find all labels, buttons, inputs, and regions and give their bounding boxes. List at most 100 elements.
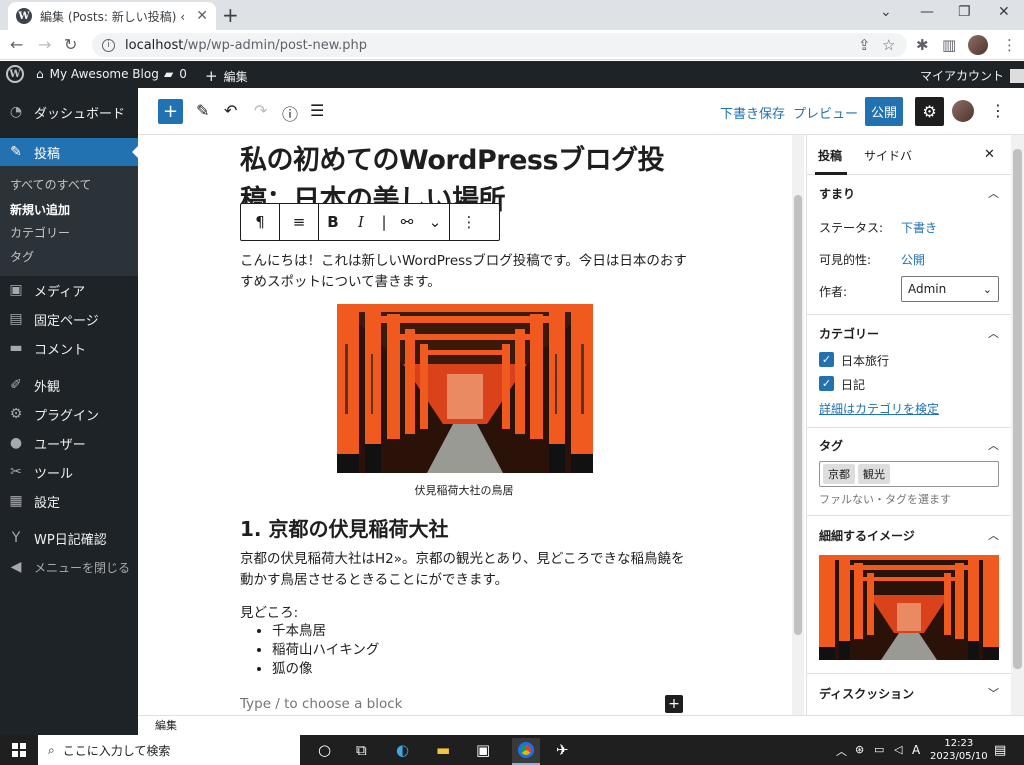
menu-tools[interactable]: ✂ ツール xyxy=(0,458,138,486)
sidebar-scrollbar[interactable] xyxy=(1011,135,1024,715)
task-view-icon[interactable]: ⧉ xyxy=(356,741,367,759)
menu-collapse[interactable]: ◀ メニューを閉じる xyxy=(0,553,138,581)
tags-panel-title[interactable]: タグ xyxy=(819,437,843,454)
highlights-list[interactable]: 千本鳥居 稲荷山ハイキング 狐の像 xyxy=(272,622,379,679)
discussion-panel-title[interactable]: ディスクッション xyxy=(819,685,914,702)
breadcrumb-item[interactable]: 編集 xyxy=(155,719,177,732)
featured-image-thumbnail[interactable] xyxy=(819,555,999,660)
category-checkbox[interactable]: ✓ xyxy=(819,376,834,391)
intro-paragraph[interactable]: こんにちは！これは新しいWordPressブログ投稿です。今日は日本のおすすめス… xyxy=(240,251,688,293)
menu-comments[interactable]: ▬ コメント xyxy=(0,334,138,362)
windows-start-icon[interactable] xyxy=(12,743,26,757)
profile-avatar[interactable] xyxy=(968,35,988,55)
edge-icon[interactable]: ◐ xyxy=(396,741,409,759)
browser-tab[interactable]: W 編集 (Posts: 新しい投稿) ‹ My Awesome Blog ✕ xyxy=(8,2,216,30)
submenu-tags[interactable]: タグ xyxy=(10,248,34,265)
category-label[interactable]: 日記 xyxy=(841,376,865,393)
settings-gear-icon[interactable]: ⚙ xyxy=(915,97,944,126)
cortana-icon[interactable]: ○ xyxy=(318,741,331,759)
address-bar[interactable]: i localhost/wp/wp-admin/post-new.php xyxy=(92,33,907,57)
tag-token[interactable]: 観光 xyxy=(858,464,890,484)
image-caption[interactable]: 伏見稲荷大社の鳥居 xyxy=(240,482,688,498)
category-checkbox[interactable]: ✓ xyxy=(819,352,834,367)
list-view-icon[interactable]: ☰ xyxy=(310,101,324,120)
block-appender-placeholder[interactable]: Type / to choose a block xyxy=(240,696,403,712)
extensions-icon[interactable]: ✱ xyxy=(916,36,929,54)
preview-button[interactable]: プレビュー xyxy=(793,103,858,122)
chrome-menu-icon[interactable]: ⋮ xyxy=(1002,36,1017,54)
tray-chevron-icon[interactable]: ︿ xyxy=(836,743,847,759)
menu-posts[interactable]: ✎ 投稿 xyxy=(0,138,138,166)
categories-panel-title[interactable]: カテゴリー xyxy=(819,325,879,342)
sidebar-scroll-thumb[interactable] xyxy=(1013,149,1022,669)
save-draft-button[interactable]: 下書き保存 xyxy=(720,103,785,122)
ime-indicator[interactable]: A xyxy=(912,743,920,757)
menu-pages[interactable]: ▤ 固定ページ xyxy=(0,305,138,333)
tags-input[interactable]: 京都 観光 xyxy=(819,461,999,487)
link-icon[interactable]: ⚯ xyxy=(393,204,421,240)
window-close-button[interactable]: ✕ xyxy=(998,4,1010,20)
section-heading[interactable]: 1. 京都の伏見稲荷大社 xyxy=(240,513,448,542)
file-explorer-icon[interactable]: ▬ xyxy=(436,741,450,759)
tag-token[interactable]: 京都 xyxy=(823,464,855,484)
close-sidebar-icon[interactable]: ✕ xyxy=(984,147,995,162)
chevron-up-icon[interactable]: ︿ xyxy=(988,325,999,341)
featured-image-panel-title[interactable]: 細細するイメージ xyxy=(819,527,915,544)
new-content-link[interactable]: + 編集 xyxy=(205,67,248,85)
italic-icon[interactable]: I xyxy=(347,204,375,240)
tab-block[interactable]: サイドバ xyxy=(864,147,912,164)
category-label[interactable]: 日本旅行 xyxy=(841,352,889,369)
menu-dashboard[interactable]: ◔ ダッシュボード xyxy=(0,98,138,126)
side-panel-icon[interactable]: ▥ xyxy=(942,36,956,54)
block-inserter-button[interactable]: + xyxy=(158,99,183,124)
menu-appearance[interactable]: ✐ 外観 xyxy=(0,371,138,399)
submenu-categories[interactable]: カテゴリー xyxy=(10,224,70,241)
taskbar-search[interactable]: ⌕ ここに入力して検索 xyxy=(38,735,300,765)
menu-plugins[interactable]: ⚙ プラグイン xyxy=(0,400,138,428)
tray-app-icon[interactable]: ⊛ xyxy=(855,743,864,756)
menu-media[interactable]: ▣ メディア xyxy=(0,276,138,304)
publish-button[interactable]: 公開 xyxy=(865,97,903,126)
canvas-scrollbar[interactable] xyxy=(792,135,804,715)
more-formats-chevron-icon[interactable]: ⌄ xyxy=(421,204,449,240)
chrome-taskbar-button[interactable] xyxy=(512,738,540,765)
add-block-button[interactable]: + xyxy=(665,695,683,713)
notification-icon[interactable]: ▤ xyxy=(994,743,1006,758)
menu-users[interactable]: ● ユーザー xyxy=(0,429,138,457)
taskbar-clock[interactable]: 12:23 2023/05/10 xyxy=(930,737,988,763)
my-account-link[interactable]: マイアカウント xyxy=(920,67,1024,84)
align-left-icon[interactable]: ≡ xyxy=(280,204,318,240)
torii-gate-image[interactable] xyxy=(337,304,593,473)
menu-settings[interactable]: ▦ 設定 xyxy=(0,487,138,515)
tab-post[interactable]: 投稿 xyxy=(818,147,842,164)
block-options-icon[interactable]: ⋮ xyxy=(450,204,488,240)
status-value[interactable]: 下書き xyxy=(901,219,937,236)
chevron-up-icon[interactable]: ︿ xyxy=(988,527,999,543)
redo-icon[interactable]: ↷ xyxy=(254,101,267,120)
chevron-up-icon[interactable]: ︿ xyxy=(988,437,999,453)
tab-search-icon[interactable]: ⌄ xyxy=(880,4,892,20)
site-name-link[interactable]: ⌂ My Awesome Blog xyxy=(36,67,159,81)
comments-link[interactable]: ▰ 0 xyxy=(164,67,187,81)
bold-icon[interactable]: B xyxy=(319,204,347,240)
options-menu-icon[interactable]: ⋮ xyxy=(990,101,1006,120)
new-tab-button[interactable]: + xyxy=(222,3,239,27)
categories-link[interactable]: 詳細はカテゴリを検定 xyxy=(819,400,939,417)
menu-wp-plugin[interactable]: Y WP日記確認 xyxy=(0,524,138,552)
summary-panel-title[interactable]: すまり xyxy=(819,185,855,202)
highlights-label[interactable]: 見どころ: xyxy=(240,603,688,624)
chevron-down-icon[interactable]: ﹀ xyxy=(988,685,999,701)
paragraph-icon[interactable]: ¶ xyxy=(241,204,279,240)
store-icon[interactable]: ▣ xyxy=(476,741,490,759)
minimize-button[interactable]: — xyxy=(920,4,934,20)
visibility-value[interactable]: 公開 xyxy=(901,251,925,268)
author-select[interactable]: Admin ⌄ xyxy=(901,276,999,302)
wp-logo-menu[interactable]: W xyxy=(6,65,24,83)
tab-close-icon[interactable]: ✕ xyxy=(196,8,208,24)
bookmark-star-icon[interactable]: ☆ xyxy=(882,36,895,54)
tools-pen-icon[interactable]: ✎ xyxy=(196,101,209,120)
back-arrow-icon[interactable]: ← xyxy=(10,35,23,54)
submenu-add-new[interactable]: 新規い追加 xyxy=(10,201,70,218)
volume-icon[interactable]: ◁ xyxy=(894,743,902,756)
undo-icon[interactable]: ↶ xyxy=(224,101,237,120)
